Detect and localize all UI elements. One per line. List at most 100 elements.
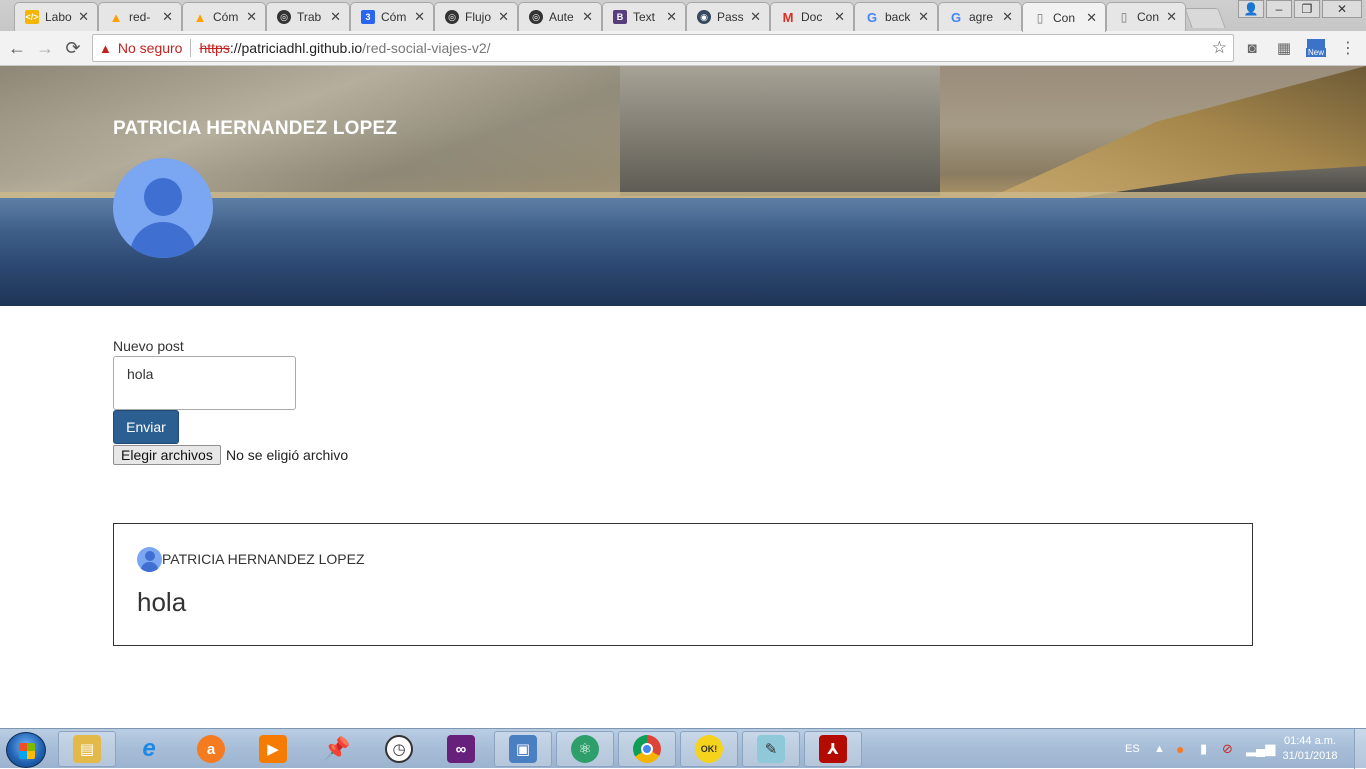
new-post-label: Nuevo post [113, 338, 184, 354]
close-icon[interactable]: ✕ [750, 9, 761, 25]
extension-graphic-icon [1307, 39, 1325, 48]
restore-button[interactable]: ❐ [1294, 0, 1320, 18]
oki-taskbar-item[interactable]: OK! [680, 731, 738, 767]
close-icon[interactable]: ✕ [162, 9, 173, 25]
security-status[interactable]: No seguro [118, 40, 183, 56]
taskbar: ▤ e a ▶ 📌 ◷ ∞ ▣ ⚛ OK! ✎ ⅄ ES ▲ ● ▮ ⊘ ▂▄▆… [0, 728, 1366, 769]
back-button[interactable]: ← [6, 37, 28, 59]
cover-banner: PATRICIA HERNANDEZ LOPEZ [0, 66, 1366, 306]
warning-icon: ▲ [99, 40, 112, 56]
tab-4[interactable]: 3 Cóm ✕ [350, 2, 434, 31]
tab-9[interactable]: M Doc ✕ [770, 2, 854, 31]
tab-2[interactable]: ▲ Cóm ✕ [182, 2, 266, 31]
tab-strip: </> Labo ✕ ▲ red- ✕ ▲ Cóm ✕ ◎ Trab ✕ 3 C… [0, 0, 1366, 32]
atom-taskbar-item[interactable]: ⚛ [556, 731, 614, 767]
choose-files-button[interactable]: Elegir archivos [113, 445, 221, 465]
start-button[interactable] [6, 732, 46, 768]
address-bar[interactable]: ▲ No seguro https://patriciadhl.github.i… [92, 34, 1234, 62]
codepen-icon: ◎ [277, 10, 291, 24]
close-icon[interactable]: ✕ [582, 9, 593, 25]
menu-icon[interactable]: ⋮ [1338, 39, 1358, 57]
close-icon[interactable]: ✕ [1166, 9, 1177, 25]
close-icon[interactable]: ✕ [330, 9, 341, 25]
tab-6[interactable]: ◎ Aute ✕ [518, 2, 602, 31]
firebase-icon: ▲ [109, 9, 123, 25]
close-window-button[interactable]: ✕ [1322, 0, 1362, 18]
profile-avatar [113, 158, 213, 258]
pin-taskbar-item[interactable]: 📌 [308, 731, 366, 767]
close-icon[interactable]: ✕ [498, 9, 509, 25]
google-icon: G [950, 9, 962, 25]
extension-new-icon[interactable]: New [1306, 39, 1327, 57]
url-protocol: https [199, 40, 230, 56]
tab-5[interactable]: ◎ Flujo ✕ [434, 2, 518, 31]
media-player-icon: ▶ [259, 735, 287, 763]
send-button[interactable]: Enviar [113, 410, 179, 444]
browser-toolbar: ← → ⟳ ▲ No seguro https://patriciadhl.gi… [0, 31, 1366, 66]
language-indicator[interactable]: ES [1125, 729, 1140, 769]
close-icon[interactable]: ✕ [666, 9, 677, 25]
close-icon[interactable]: ✕ [1086, 10, 1097, 26]
bootstrap-icon: B [613, 10, 627, 24]
new-badge: New [1306, 48, 1327, 57]
volume-muted-icon[interactable]: ⊘ [1222, 729, 1233, 769]
css3-icon: 3 [361, 10, 375, 24]
battery-icon[interactable]: ▮ [1200, 729, 1207, 769]
document-icon: ▯ [1120, 10, 1128, 24]
new-post-textarea[interactable]: hola [113, 356, 296, 410]
taskbar-clock[interactable]: 01:44 a.m. 31/01/2018 [1270, 734, 1350, 764]
divider [190, 39, 192, 57]
close-icon[interactable]: ✕ [834, 9, 845, 25]
close-icon[interactable]: ✕ [1002, 9, 1013, 25]
reload-button[interactable]: ⟳ [62, 37, 84, 59]
codepen-icon: ◎ [529, 10, 543, 24]
clock-app-taskbar-item[interactable]: ◷ [370, 731, 428, 767]
avatar-head [145, 551, 155, 561]
explorer-taskbar-item[interactable]: ▤ [58, 731, 116, 767]
close-icon[interactable]: ✕ [414, 9, 425, 25]
camera-icon[interactable]: ◙ [1242, 39, 1262, 57]
codepen-icon: ◎ [445, 10, 459, 24]
tab-8[interactable]: ◉ Pass ✕ [686, 2, 770, 31]
new-tab-button[interactable] [1184, 8, 1226, 28]
tab-1[interactable]: ▲ red- ✕ [98, 2, 182, 31]
avast-tray-icon[interactable]: ● [1176, 729, 1184, 769]
window-icon: ▣ [509, 735, 537, 763]
close-icon[interactable]: ✕ [246, 9, 257, 25]
chrome-icon [633, 735, 661, 763]
bookmark-star-icon[interactable]: ☆ [1212, 38, 1227, 58]
atom-icon: ⚛ [571, 735, 599, 763]
tray-expand-icon[interactable]: ▲ [1154, 729, 1165, 769]
tab-3[interactable]: ◎ Trab ✕ [266, 2, 350, 31]
acrobat-taskbar-item[interactable]: ⅄ [804, 731, 862, 767]
post-content: hola [137, 587, 187, 617]
user-icon[interactable]: 👤 [1238, 0, 1264, 18]
tab-13[interactable]: ▯ Con ✕ [1106, 2, 1186, 31]
ie-taskbar-item[interactable]: e [120, 731, 178, 767]
image-extension-icon[interactable]: ▦ [1274, 39, 1294, 57]
visual-studio-taskbar-item[interactable]: ∞ [432, 731, 490, 767]
close-icon[interactable]: ✕ [918, 9, 929, 25]
close-icon[interactable]: ✕ [78, 9, 89, 25]
tab-10[interactable]: G back ✕ [854, 2, 938, 31]
notepad-taskbar-item[interactable]: ✎ [742, 731, 800, 767]
notepad-icon: ✎ [757, 735, 785, 763]
avast-taskbar-item[interactable]: a [182, 731, 240, 767]
chrome-taskbar-item[interactable] [618, 731, 676, 767]
acrobat-icon: ⅄ [819, 735, 847, 763]
post-avatar [137, 547, 162, 572]
remote-desktop-taskbar-item[interactable]: ▣ [494, 731, 552, 767]
post-author: PATRICIA HERNANDEZ LOPEZ [162, 551, 365, 567]
forward-button[interactable]: → [34, 37, 56, 59]
tab-11[interactable]: G agre ✕ [938, 2, 1022, 31]
tab-7[interactable]: B Text ✕ [602, 2, 686, 31]
minimize-button[interactable]: – [1266, 0, 1292, 18]
media-player-taskbar-item[interactable]: ▶ [244, 731, 302, 767]
visual-studio-icon: ∞ [447, 735, 475, 763]
show-desktop-button[interactable] [1354, 729, 1366, 769]
tab-12[interactable]: ▯ Con ✕ [1022, 2, 1106, 32]
tab-0[interactable]: </> Labo ✕ [14, 2, 98, 31]
avatar-body [141, 562, 158, 572]
internet-explorer-icon: e [142, 735, 156, 762]
pushpin-icon: 📌 [323, 736, 351, 761]
